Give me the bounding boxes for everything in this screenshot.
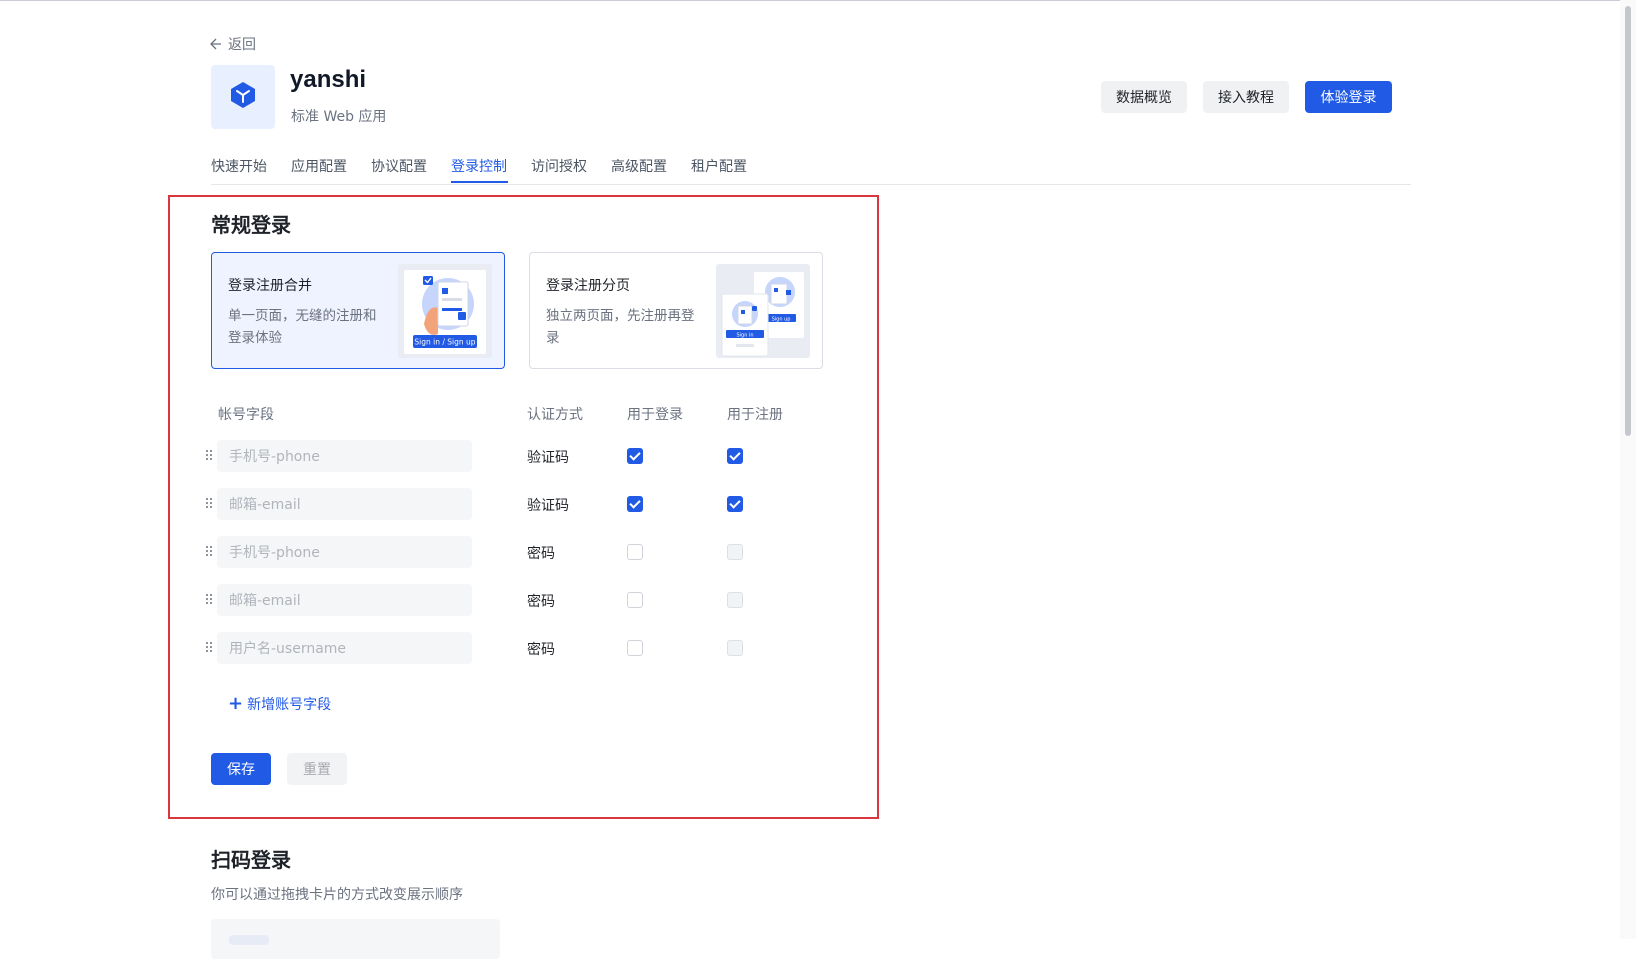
for-register-checkbox xyxy=(727,544,743,560)
tutorial-button[interactable]: 接入教程 xyxy=(1203,81,1289,113)
account-field-input[interactable]: 用户名-username xyxy=(217,632,472,664)
mode-title: 登录注册合并 xyxy=(228,278,312,294)
signin-badge-text: Sign in xyxy=(736,333,753,339)
tab-protocol-config[interactable]: 协议配置 xyxy=(371,156,427,176)
table-row: 邮箱-email 验证码 xyxy=(205,488,805,520)
arrow-left-icon xyxy=(210,38,222,50)
drag-handle-icon[interactable] xyxy=(205,593,213,607)
table-row: 手机号-phone 密码 xyxy=(205,536,805,568)
plus-icon: + xyxy=(228,693,244,714)
tab-login-control[interactable]: 登录控制 xyxy=(451,156,507,176)
table-row: 用户名-username 密码 xyxy=(205,632,805,664)
regular-login-title: 常规登录 xyxy=(211,213,291,237)
drag-handle-icon[interactable] xyxy=(205,641,213,655)
mode-title: 登录注册分页 xyxy=(546,278,630,294)
header-for-login: 用于登录 xyxy=(627,407,683,423)
window-top-border xyxy=(0,0,1636,1)
app-logo xyxy=(211,65,275,129)
app-name: yanshi xyxy=(290,66,367,93)
app-type: 标准 Web 应用 xyxy=(291,109,387,125)
data-overview-button[interactable]: 数据概览 xyxy=(1101,81,1187,113)
save-button[interactable]: 保存 xyxy=(211,753,271,785)
account-field-input[interactable]: 手机号-phone xyxy=(217,440,472,472)
header-account-field: 帐号字段 xyxy=(218,407,274,423)
signup-badge-text: Sign up xyxy=(772,317,791,323)
reset-button[interactable]: 重置 xyxy=(287,753,347,785)
for-register-checkbox[interactable] xyxy=(727,496,743,512)
tab-quick-start[interactable]: 快速开始 xyxy=(211,156,267,176)
for-register-checkbox[interactable] xyxy=(727,448,743,464)
header-for-register: 用于注册 xyxy=(727,407,783,423)
cube-icon xyxy=(228,80,258,114)
auth-method-label: 密码 xyxy=(527,642,555,658)
auth-method-label: 验证码 xyxy=(527,450,569,466)
drag-handle-icon[interactable] xyxy=(205,545,213,559)
try-login-button[interactable]: 体验登录 xyxy=(1305,81,1392,113)
card-icon-placeholder xyxy=(229,935,269,945)
mode-card-separate[interactable]: 登录注册分页 独立两页面，先注册再登录 Sign up Sign in xyxy=(529,252,823,369)
for-login-checkbox[interactable] xyxy=(627,496,643,512)
for-login-checkbox[interactable] xyxy=(627,448,643,464)
back-label: 返回 xyxy=(228,37,256,53)
active-tab-indicator xyxy=(451,181,508,183)
for-register-checkbox xyxy=(727,640,743,656)
auth-method-label: 密码 xyxy=(527,594,555,610)
header-auth-method: 认证方式 xyxy=(527,407,583,423)
mode-card-merged[interactable]: 登录注册合并 单一页面，无缝的注册和登录体验 Sign in / Sign up xyxy=(211,252,505,369)
account-field-input[interactable]: 邮箱-email xyxy=(217,584,472,616)
auth-method-label: 验证码 xyxy=(527,498,569,514)
tab-tenant-config[interactable]: 租户配置 xyxy=(691,156,747,176)
scrollbar-thumb[interactable] xyxy=(1625,6,1631,436)
back-link[interactable]: 返回 xyxy=(210,34,256,54)
tab-app-config[interactable]: 应用配置 xyxy=(291,156,347,176)
table-row: 手机号-phone 验证码 xyxy=(205,440,805,472)
merged-badge-text: Sign in / Sign up xyxy=(414,338,475,347)
for-register-checkbox xyxy=(727,592,743,608)
account-field-input[interactable]: 手机号-phone xyxy=(217,536,472,568)
scan-login-title: 扫码登录 xyxy=(211,848,291,872)
drag-handle-icon[interactable] xyxy=(205,449,213,463)
account-field-input[interactable]: 邮箱-email xyxy=(217,488,472,520)
for-login-checkbox[interactable] xyxy=(627,592,643,608)
mode-description: 独立两页面，先注册再登录 xyxy=(546,308,695,346)
auth-method-label: 密码 xyxy=(527,546,555,562)
mode-description: 单一页面，无缝的注册和登录体验 xyxy=(228,308,377,346)
tab-advanced-config[interactable]: 高级配置 xyxy=(611,156,667,176)
drag-handle-icon[interactable] xyxy=(205,497,213,511)
table-row: 邮箱-email 密码 xyxy=(205,584,805,616)
merged-login-illustration: Sign in / Sign up xyxy=(398,264,492,358)
add-account-field-button[interactable]: + 新增账号字段 xyxy=(228,694,331,714)
separate-login-illustration: Sign up Sign in xyxy=(716,264,810,358)
tab-bar: 快速开始 应用配置 协议配置 登录控制 访问授权 高级配置 租户配置 xyxy=(211,156,1411,185)
scan-login-card[interactable] xyxy=(211,919,500,959)
tab-access-authorization[interactable]: 访问授权 xyxy=(531,156,587,176)
scan-login-description: 你可以通过拖拽卡片的方式改变展示顺序 xyxy=(211,887,463,903)
for-login-checkbox[interactable] xyxy=(627,544,643,560)
add-account-field-label: 新增账号字段 xyxy=(247,697,332,713)
for-login-checkbox[interactable] xyxy=(627,640,643,656)
